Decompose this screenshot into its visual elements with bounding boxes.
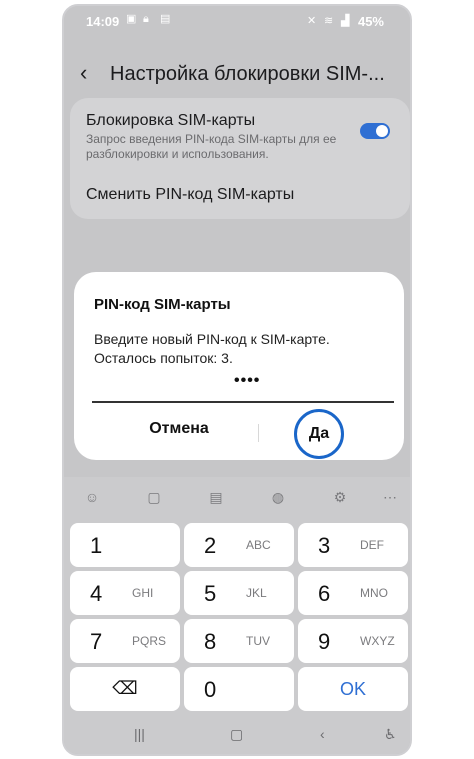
key-6[interactable]: 6 MNO [298, 571, 408, 615]
back-arrow-icon[interactable]: ‹ [80, 60, 87, 86]
phone-frame: 14:09 ▣ 🔒︎ ▤ ✕ ≋ ▟ 45% ‹ Настройка блоки… [62, 4, 412, 756]
dialog-message-2: Осталось попыток: 3. [94, 350, 233, 366]
sim-lock-toggle[interactable] [360, 123, 390, 139]
status-time: 14:09 [86, 14, 120, 29]
key-1[interactable]: 1 [70, 523, 180, 567]
dialog-title: PIN-код SIM-карты [94, 296, 231, 313]
key-number: 9 [318, 629, 331, 654]
status-left-icons: ▣ 🔒︎ ▤ [126, 14, 171, 25]
header: ‹ Настройка блокировки SIM-... [64, 54, 410, 94]
sim-lock-title[interactable]: Блокировка SIM-карты [86, 112, 255, 130]
key-letters: DEF [360, 538, 384, 552]
key-letters: JKL [246, 586, 267, 600]
key-number: 1 [90, 533, 103, 558]
key-ok[interactable]: OK [298, 667, 408, 711]
button-divider [258, 424, 259, 442]
dialog-message-1: Введите новый PIN-код к SIM-карте. [94, 331, 330, 347]
accessibility-icon[interactable]: ♿︎ [384, 726, 397, 743]
emoji-icon[interactable]: ☺ [82, 487, 102, 507]
sim-lock-subtitle: Запрос введения PIN-кода SIM-карты для е… [86, 132, 337, 161]
key-4[interactable]: 4 GHI [70, 571, 180, 615]
key-2[interactable]: 2 ABC [184, 523, 294, 567]
settings-card: Блокировка SIM-карты Запрос введения PIN… [70, 98, 410, 219]
sim-icon: ▣ [126, 13, 137, 25]
key-9[interactable]: 9 WXYZ [298, 619, 408, 663]
key-number: 2 [204, 533, 217, 558]
cancel-button[interactable]: Отмена [114, 420, 244, 438]
ok-button[interactable]: Да [294, 409, 344, 459]
wifi-icon: ≋ [323, 15, 334, 27]
image-icon: ▤ [160, 13, 171, 25]
ok-button-label: Да [308, 425, 330, 442]
pin-dialog: PIN-код SIM-карты Введите новый PIN-код … [74, 272, 404, 460]
keyboard: ☺ ▢ ▤ ◍ ⚙ ⋯ 1 2 ABC 3 DEF 4 GHI 5 JKL 6 [64, 477, 410, 754]
key-5[interactable]: 5 JKL [184, 571, 294, 615]
key-letters: WXYZ [360, 634, 395, 648]
key-letters: TUV [246, 634, 270, 648]
mute-icon: ✕ [306, 15, 317, 27]
status-bar: 14:09 ▣ 🔒︎ ▤ ✕ ≋ ▟ 45% [64, 12, 410, 34]
battery-percent: 45% [357, 14, 384, 29]
back-icon[interactable]: ‹ [320, 726, 325, 742]
more-icon[interactable]: ⋯ [380, 487, 400, 507]
settings-icon[interactable]: ⚙ [330, 487, 350, 507]
key-number: 5 [204, 581, 217, 606]
key-number: 4 [90, 581, 103, 606]
recents-icon[interactable]: ||| [134, 726, 145, 742]
backspace-key[interactable]: ⌫ [70, 667, 180, 711]
key-letters: ABC [246, 538, 271, 552]
key-letters: PQRS [132, 634, 167, 648]
keyboard-toolbar: ☺ ▢ ▤ ◍ ⚙ ⋯ [64, 477, 410, 517]
clipboard-icon[interactable]: ▢ [144, 487, 164, 507]
key-number: 6 [318, 581, 331, 606]
signal-icon: ▟ [340, 15, 350, 27]
key-letters: GHI [132, 586, 154, 600]
lock-icon: 🔒︎ [143, 13, 149, 25]
navigation-bar: ||| ▢ ‹ ♿︎ [64, 726, 410, 746]
text-icon[interactable]: ▤ [206, 487, 226, 507]
page-title: Настройка блокировки SIM-... [110, 63, 385, 85]
status-right: ✕ ≋ ▟ 45% [307, 14, 384, 29]
key-number: 3 [318, 533, 331, 558]
key-8[interactable]: 8 TUV [184, 619, 294, 663]
pin-input[interactable]: •••• [234, 372, 260, 390]
change-pin-item[interactable]: Сменить PIN-код SIM-карты [86, 186, 294, 204]
key-letters: MNO [360, 586, 388, 600]
backspace-icon: ⌫ [112, 678, 138, 698]
home-icon[interactable]: ▢ [230, 726, 243, 743]
key-7[interactable]: 7 PQRS [70, 619, 180, 663]
key-number: 8 [204, 629, 217, 654]
key-number: 7 [90, 629, 103, 654]
key-ok-label: OK [339, 679, 366, 699]
key-0[interactable]: 0 [184, 667, 294, 711]
pin-input-underline [92, 401, 394, 403]
key-3[interactable]: 3 DEF [298, 523, 408, 567]
mic-icon[interactable]: ◍ [268, 487, 288, 507]
key-number: 0 [204, 677, 217, 702]
